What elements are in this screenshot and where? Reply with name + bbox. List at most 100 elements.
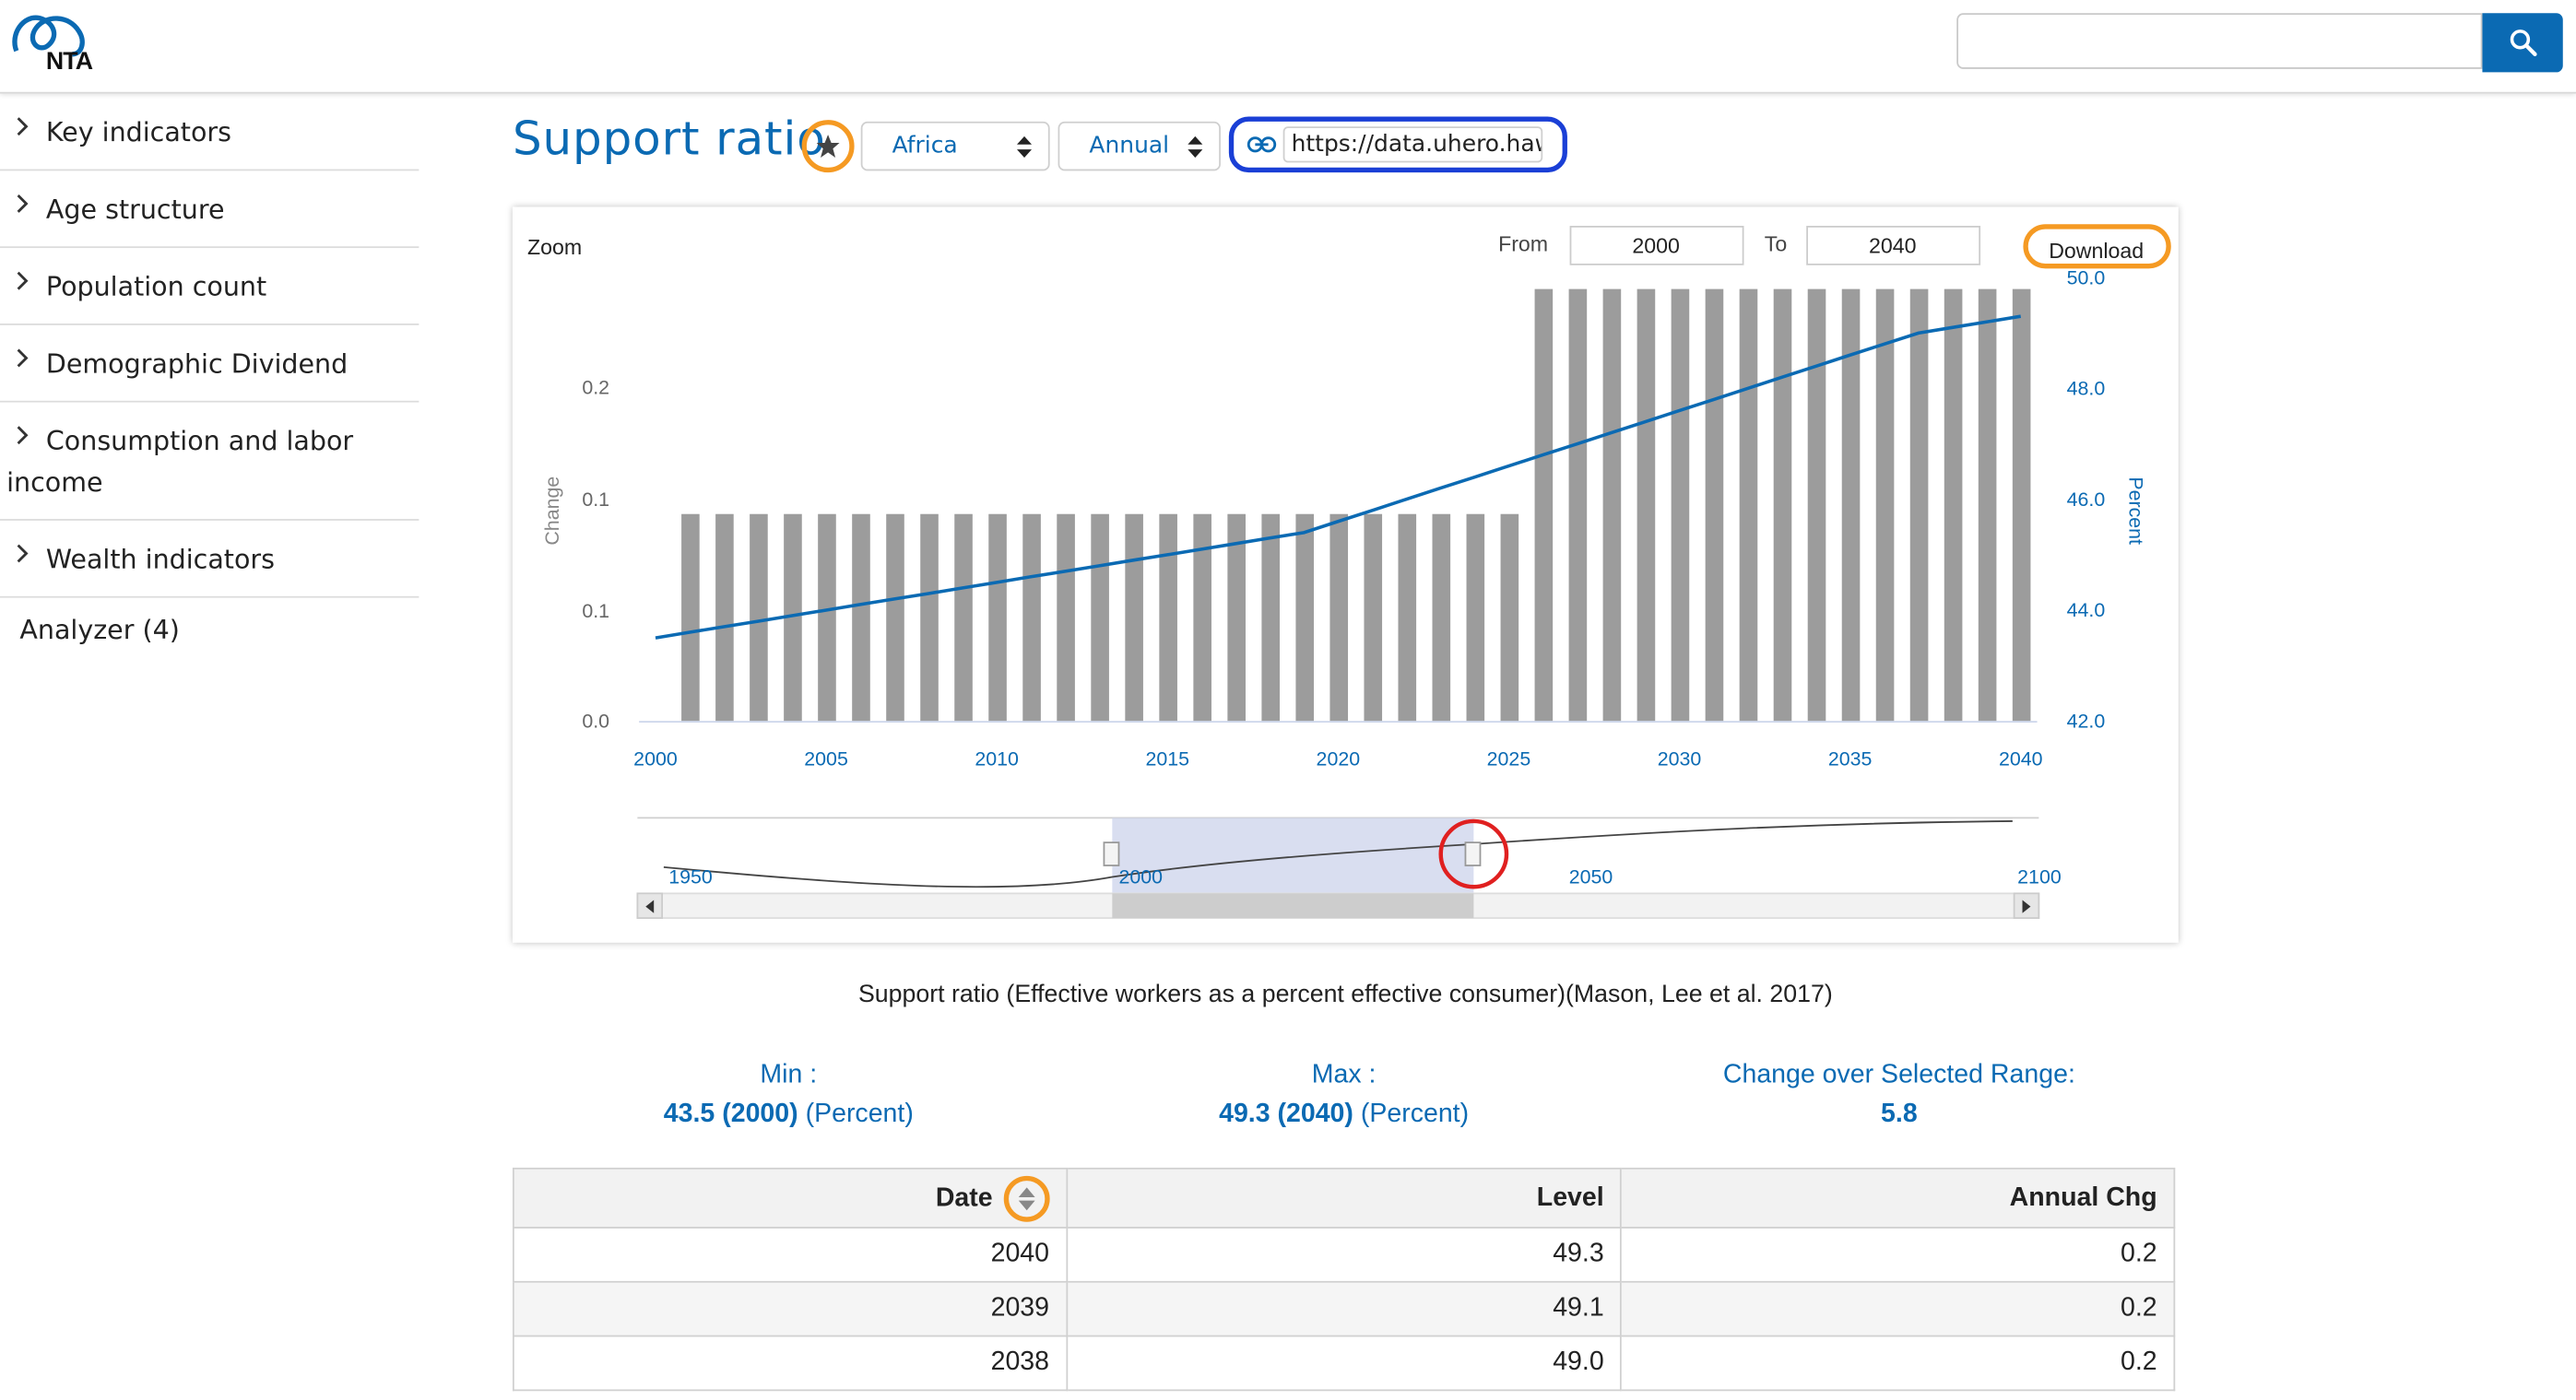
search-input[interactable] bbox=[1956, 13, 2483, 69]
bar-2006[interactable] bbox=[852, 513, 870, 722]
chart-caption: Support ratio (Effective workers as a pe… bbox=[857, 980, 1833, 1009]
min-value: 43.5 (2000) bbox=[663, 1100, 798, 1129]
table-header-date[interactable]: Date bbox=[512, 1167, 1068, 1229]
bar-2011[interactable] bbox=[1022, 513, 1041, 722]
chevron-right-icon bbox=[17, 194, 29, 213]
change-value: 5.8 bbox=[1881, 1100, 1918, 1129]
bar-2026[interactable] bbox=[1534, 288, 1554, 722]
table-cell: 0.2 bbox=[1620, 1280, 2176, 1337]
sidebar-item-key-indicators[interactable]: Key indicators bbox=[0, 94, 419, 171]
bar-2023[interactable] bbox=[1432, 513, 1451, 722]
navigator-label: 2050 bbox=[1569, 866, 1613, 888]
navigator-scrollbar-thumb[interactable] bbox=[1112, 893, 1474, 919]
bar-2019[interactable] bbox=[1295, 513, 1315, 722]
navigator-label: 2100 bbox=[2017, 866, 2062, 888]
y-left-tick-label: 0.2 bbox=[582, 377, 609, 399]
bar-2003[interactable] bbox=[750, 513, 768, 722]
bar-2016[interactable] bbox=[1193, 513, 1211, 722]
sidebar-item-consumption-labor[interactable]: Consumption and labor income bbox=[0, 403, 419, 521]
bar-2029[interactable] bbox=[1637, 288, 1656, 722]
share-link-input[interactable]: https://data.uhero.hawaii.edu bbox=[1282, 126, 1543, 163]
bar-2014[interactable] bbox=[1125, 513, 1143, 722]
y-left-tick-label: 0.0 bbox=[582, 710, 609, 732]
max-value: 49.3 (2040) bbox=[1219, 1100, 1353, 1129]
table-header-annual-chg[interactable]: Annual Chg bbox=[1620, 1167, 2176, 1229]
navigator-selection[interactable] bbox=[1112, 818, 1474, 894]
bar-2008[interactable] bbox=[920, 513, 939, 722]
table-cell: 49.3 bbox=[1065, 1227, 1623, 1283]
bar-2024[interactable] bbox=[1466, 513, 1485, 722]
bar-2002[interactable] bbox=[715, 513, 734, 722]
bar-2038[interactable] bbox=[1944, 288, 1963, 722]
bar-2040[interactable] bbox=[2012, 288, 2031, 722]
star-icon bbox=[816, 135, 840, 159]
table-row: 2039 49.1 0.2 bbox=[512, 1280, 2176, 1337]
search-button[interactable] bbox=[2482, 13, 2563, 73]
bar-2010[interactable] bbox=[988, 513, 1007, 722]
min-stat: Min : 43.5 (2000) (Percent) bbox=[542, 1056, 1035, 1135]
bar-2013[interactable] bbox=[1091, 513, 1109, 722]
nta-logo[interactable]: NTA bbox=[10, 8, 109, 77]
table-cell: 49.1 bbox=[1065, 1280, 1623, 1337]
bar-2032[interactable] bbox=[1739, 288, 1758, 722]
sidebar-item-population-count[interactable]: Population count bbox=[0, 248, 419, 325]
x-tick-label: 2020 bbox=[1317, 747, 1361, 770]
sort-arrows-icon bbox=[1018, 1186, 1034, 1210]
sidebar-item-demographic-dividend[interactable]: Demographic Dividend bbox=[0, 325, 419, 403]
sidebar-item-analyzer[interactable]: Analyzer (4) bbox=[0, 598, 419, 645]
sort-icon[interactable] bbox=[1003, 1174, 1050, 1221]
frequency-select[interactable]: Annual bbox=[1058, 121, 1221, 171]
y-right-tick-label: 46.0 bbox=[2067, 488, 2106, 511]
sidebar-item-age-structure[interactable]: Age structure bbox=[0, 171, 419, 249]
y-right-tick-label: 42.0 bbox=[2067, 710, 2106, 732]
sidebar-item-label: Population count bbox=[45, 271, 267, 302]
chevron-right-icon bbox=[17, 117, 29, 136]
bar-2030[interactable] bbox=[1671, 288, 1690, 722]
table-cell: 49.0 bbox=[1065, 1335, 1623, 1392]
bar-2007[interactable] bbox=[886, 513, 904, 722]
navigator-left-handle[interactable] bbox=[1103, 841, 1120, 866]
bar-2034[interactable] bbox=[1807, 288, 1826, 722]
page-title: Support ratio bbox=[512, 112, 826, 166]
x-tick-label: 2030 bbox=[1658, 747, 1702, 770]
table-header-level[interactable]: Level bbox=[1065, 1167, 1623, 1229]
share-link-box[interactable]: https://data.uhero.hawaii.edu bbox=[1228, 116, 1567, 173]
from-input-value: 2000 bbox=[1632, 233, 1680, 257]
bar-2039[interactable] bbox=[1978, 288, 1997, 722]
bar-2018[interactable] bbox=[1261, 513, 1281, 722]
y-left-axis-label: Change bbox=[541, 476, 563, 546]
bar-2005[interactable] bbox=[818, 513, 836, 722]
to-label: To bbox=[1765, 232, 1787, 256]
y-left-tick-label: 0.1 bbox=[582, 488, 609, 511]
table-cell: 2038 bbox=[512, 1335, 1068, 1392]
chevron-right-icon bbox=[17, 426, 29, 445]
bar-2009[interactable] bbox=[954, 513, 973, 722]
favorite-button[interactable] bbox=[801, 120, 855, 173]
bar-2036[interactable] bbox=[1875, 288, 1895, 722]
change-stat: Change over Selected Range: 5.8 bbox=[1653, 1056, 2146, 1135]
sidebar-item-wealth-indicators[interactable]: Wealth indicators bbox=[0, 521, 419, 598]
search-icon bbox=[2509, 29, 2536, 56]
bar-2012[interactable] bbox=[1057, 513, 1075, 722]
sidebar-item-label: Demographic Dividend bbox=[45, 347, 349, 380]
navigator-right-handle[interactable] bbox=[1464, 841, 1482, 866]
bar-2028[interactable] bbox=[1602, 288, 1622, 722]
table-row: 2040 49.3 0.2 bbox=[512, 1227, 2176, 1283]
frequency-select-value: Annual bbox=[1089, 133, 1170, 159]
navigator-label: 2000 bbox=[1118, 866, 1163, 888]
bar-2015[interactable] bbox=[1159, 513, 1177, 722]
bar-2025[interactable] bbox=[1500, 513, 1519, 722]
bar-2033[interactable] bbox=[1773, 288, 1792, 722]
x-tick-label: 2015 bbox=[1145, 747, 1189, 770]
region-select[interactable]: Africa bbox=[860, 121, 1050, 171]
table-row: 2038 49.0 0.2 bbox=[512, 1335, 2176, 1392]
y-left-tick-label: 0.1 bbox=[582, 600, 609, 622]
bar-2020[interactable] bbox=[1329, 513, 1349, 722]
bar-2022[interactable] bbox=[1398, 513, 1417, 722]
bar-2031[interactable] bbox=[1705, 288, 1724, 722]
bar-2027[interactable] bbox=[1568, 288, 1588, 722]
bar-2037[interactable] bbox=[1909, 288, 1929, 722]
bar-2001[interactable] bbox=[681, 513, 700, 722]
navigator[interactable]: 1950 2000 2050 2100 bbox=[636, 817, 2062, 919]
bar-2021[interactable] bbox=[1364, 513, 1383, 722]
